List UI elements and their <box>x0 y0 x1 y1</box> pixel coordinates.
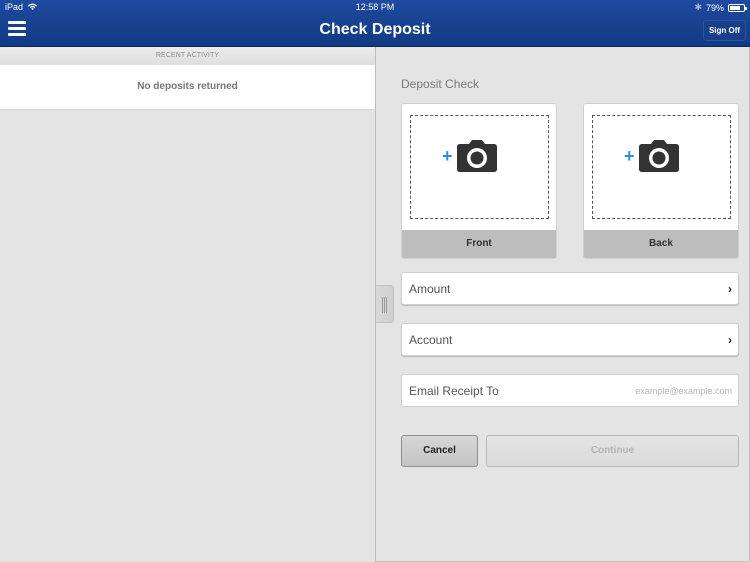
amount-field[interactable]: Amount › <box>401 272 739 305</box>
battery-fill <box>730 5 741 10</box>
chevron-right-icon: › <box>728 333 732 347</box>
email-input[interactable] <box>582 375 732 406</box>
battery-icon <box>728 3 747 12</box>
camera-icon <box>638 140 679 172</box>
battery-percent: 79% <box>705 2 724 13</box>
plus-icon: + <box>442 146 453 166</box>
status-right: ✱ 79% <box>694 2 747 13</box>
app-header: iPad 12:58 PM ✱ 79% Check Deposit Sign O… <box>0 0 750 47</box>
deposit-form-pane: Deposit Check + Front + Back Amount › Ac… <box>376 47 750 562</box>
capture-back-label: Back <box>584 230 738 258</box>
account-label: Account <box>409 333 453 347</box>
plus-icon: + <box>624 146 635 166</box>
recent-activity-header: RECENT ACTIVITY <box>0 47 375 65</box>
capture-front-button[interactable]: + Front <box>401 103 557 259</box>
grip-line <box>386 297 387 313</box>
bluetooth-icon: ✱ <box>694 2 702 12</box>
status-time: 12:58 PM <box>355 2 395 12</box>
email-receipt-label: Email Receipt To <box>409 384 499 398</box>
add-photo-group: + <box>624 140 679 172</box>
empty-state-message: No deposits returned <box>0 65 375 110</box>
add-photo-group: + <box>442 140 497 172</box>
recent-activity-pane: RECENT ACTIVITY No deposits returned <box>0 47 375 562</box>
chevron-right-icon: › <box>728 282 732 296</box>
capture-front-label: Front <box>402 230 556 258</box>
cancel-button[interactable]: Cancel <box>401 435 478 467</box>
amount-label: Amount <box>409 282 451 296</box>
grip-line <box>384 297 385 313</box>
email-receipt-field: Email Receipt To <box>401 374 739 407</box>
deposit-check-title: Deposit Check <box>401 77 480 91</box>
continue-button[interactable]: Continue <box>486 435 739 467</box>
camera-icon <box>456 140 497 172</box>
page-title: Check Deposit <box>319 21 431 38</box>
capture-back-button[interactable]: + Back <box>583 103 739 259</box>
sign-off-button[interactable]: Sign Off <box>703 20 746 41</box>
account-field[interactable]: Account › <box>401 323 739 356</box>
grip-line <box>382 297 383 313</box>
status-bar: iPad 12:58 PM ✱ 79% <box>0 0 750 15</box>
pane-drag-handle[interactable] <box>376 285 394 323</box>
